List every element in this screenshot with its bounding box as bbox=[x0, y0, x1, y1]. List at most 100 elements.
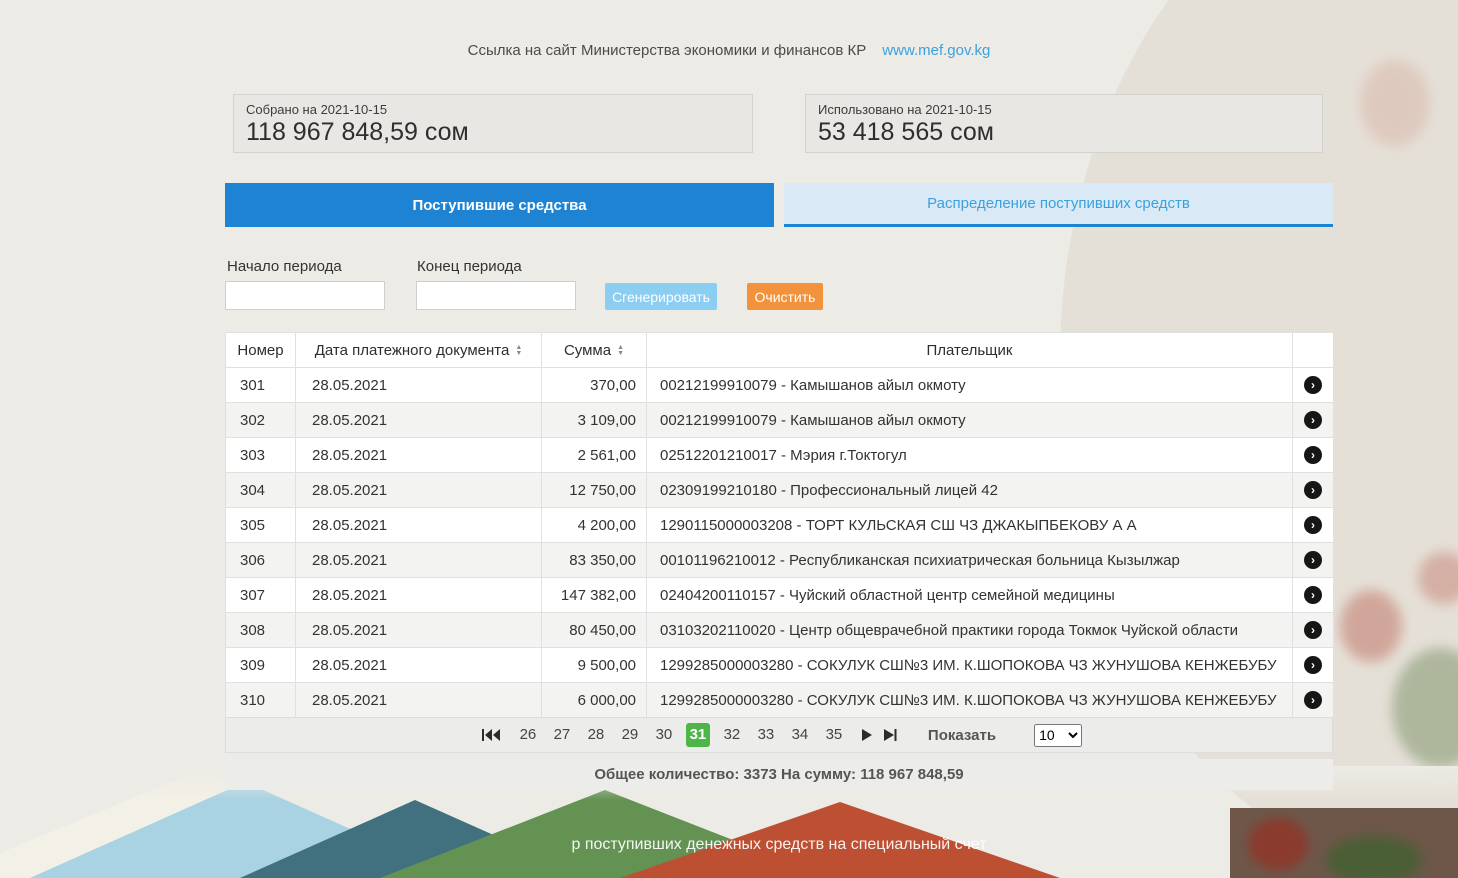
period-end-label: Конец периода bbox=[417, 258, 522, 275]
used-value: 53 418 565 сом bbox=[818, 118, 1310, 147]
cell-amount: 6 000,00 bbox=[542, 683, 647, 718]
cell-date: 28.05.2021 bbox=[296, 403, 542, 438]
show-label: Показать bbox=[928, 727, 996, 744]
sort-icon[interactable]: ▲▼ bbox=[617, 345, 624, 357]
tab-bar: Поступившие средства Распределение посту… bbox=[225, 183, 1333, 227]
page-number-35[interactable]: 35 bbox=[822, 723, 846, 747]
period-end-input[interactable] bbox=[416, 281, 576, 310]
cell-payer: 00101196210012 - Республиканская психиат… bbox=[647, 543, 1293, 578]
row-detail-button[interactable]: › bbox=[1304, 586, 1322, 604]
ministry-link-label: Ссылка на сайт Министерства экономики и … bbox=[468, 42, 867, 59]
generate-button[interactable]: Сгенерировать bbox=[605, 283, 717, 310]
collected-value: 118 967 848,59 сом bbox=[246, 118, 740, 147]
cell-number: 309 bbox=[226, 648, 296, 683]
collected-label: Собрано на 2021-10-15 bbox=[246, 102, 740, 117]
ministry-link[interactable]: www.mef.gov.kg bbox=[882, 42, 990, 59]
page-number-29[interactable]: 29 bbox=[618, 723, 642, 747]
cell-actions: › bbox=[1293, 368, 1334, 403]
table-row: 30528.05.20214 200,001290115000003208 - … bbox=[226, 508, 1334, 543]
cell-amount: 3 109,00 bbox=[542, 403, 647, 438]
cell-date: 28.05.2021 bbox=[296, 543, 542, 578]
footer-caption: р поступивших денежных средств на специа… bbox=[0, 836, 1458, 854]
page-number-27[interactable]: 27 bbox=[550, 723, 574, 747]
last-page-button[interactable] bbox=[883, 728, 897, 742]
payments-table: Номер Дата платежного документа▲▼ Сумма▲… bbox=[225, 332, 1334, 718]
cell-date: 28.05.2021 bbox=[296, 578, 542, 613]
cell-payer: 02512201210017 - Мэрия г.Токтогул bbox=[647, 438, 1293, 473]
row-detail-button[interactable]: › bbox=[1304, 516, 1322, 534]
clear-button[interactable]: Очистить bbox=[747, 283, 823, 310]
table-row: 30328.05.20212 561,0002512201210017 - Мэ… bbox=[226, 438, 1334, 473]
column-header-payer: Плательщик bbox=[647, 333, 1293, 368]
cell-number: 303 bbox=[226, 438, 296, 473]
row-detail-button[interactable]: › bbox=[1304, 621, 1322, 639]
collected-summary-box: Собрано на 2021-10-15 118 967 848,59 сом bbox=[233, 94, 753, 153]
used-label: Использовано на 2021-10-15 bbox=[818, 102, 1310, 117]
cell-payer: 03103202110020 - Центр общеврачебной пра… bbox=[647, 613, 1293, 648]
header-link-row: Ссылка на сайт Министерства экономики и … bbox=[0, 42, 1458, 59]
row-detail-button[interactable]: › bbox=[1304, 691, 1322, 709]
cell-number: 305 bbox=[226, 508, 296, 543]
cell-payer: 00212199910079 - Камышанов айыл окмоту bbox=[647, 368, 1293, 403]
cell-number: 302 bbox=[226, 403, 296, 438]
cell-date: 28.05.2021 bbox=[296, 613, 542, 648]
cell-payer: 1299285000003280 - СОКУЛУК СШ№3 ИМ. К.ШО… bbox=[647, 683, 1293, 718]
cell-actions: › bbox=[1293, 438, 1334, 473]
table-row: 30628.05.202183 350,0000101196210012 - Р… bbox=[226, 543, 1334, 578]
row-detail-button[interactable]: › bbox=[1304, 376, 1322, 394]
cell-actions: › bbox=[1293, 508, 1334, 543]
page-number-34[interactable]: 34 bbox=[788, 723, 812, 747]
cell-date: 28.05.2021 bbox=[296, 683, 542, 718]
row-detail-button[interactable]: › bbox=[1304, 656, 1322, 674]
cell-amount: 9 500,00 bbox=[542, 648, 647, 683]
cell-number: 308 bbox=[226, 613, 296, 648]
totals-text: Общее количество: 3373 На сумму: 118 967… bbox=[594, 766, 963, 783]
row-detail-button[interactable]: › bbox=[1304, 411, 1322, 429]
column-header-date[interactable]: Дата платежного документа▲▼ bbox=[296, 333, 542, 368]
used-summary-box: Использовано на 2021-10-15 53 418 565 со… bbox=[805, 94, 1323, 153]
cell-amount: 2 561,00 bbox=[542, 438, 647, 473]
pagination-bar: 26 27 28 29 30 31 32 33 34 35 Показать 10 bbox=[225, 717, 1333, 753]
sort-icon[interactable]: ▲▼ bbox=[515, 345, 522, 357]
page-list: 26 27 28 29 30 31 32 33 34 35 bbox=[516, 723, 846, 747]
cell-date: 28.05.2021 bbox=[296, 473, 542, 508]
row-detail-button[interactable]: › bbox=[1304, 551, 1322, 569]
cell-actions: › bbox=[1293, 613, 1334, 648]
cell-number: 301 bbox=[226, 368, 296, 403]
first-page-button[interactable] bbox=[481, 728, 501, 742]
page-size-select[interactable]: 10 bbox=[1034, 724, 1082, 747]
tab-incoming-funds[interactable]: Поступившие средства bbox=[225, 183, 774, 227]
period-start-label: Начало периода bbox=[227, 258, 342, 275]
table-row: 30728.05.2021147 382,0002404200110157 - … bbox=[226, 578, 1334, 613]
cell-actions: › bbox=[1293, 403, 1334, 438]
page-number-26[interactable]: 26 bbox=[516, 723, 540, 747]
next-page-button[interactable] bbox=[861, 728, 873, 742]
page-number-32[interactable]: 32 bbox=[720, 723, 744, 747]
cell-date: 28.05.2021 bbox=[296, 508, 542, 543]
cell-amount: 147 382,00 bbox=[542, 578, 647, 613]
table-row: 31028.05.20216 000,001299285000003280 - … bbox=[226, 683, 1334, 718]
page-number-33[interactable]: 33 bbox=[754, 723, 778, 747]
page-number-28[interactable]: 28 bbox=[584, 723, 608, 747]
page: Ссылка на сайт Министерства экономики и … bbox=[0, 0, 1458, 878]
cell-amount: 4 200,00 bbox=[542, 508, 647, 543]
column-header-amount[interactable]: Сумма▲▼ bbox=[542, 333, 647, 368]
cell-actions: › bbox=[1293, 578, 1334, 613]
table-row: 30928.05.20219 500,001299285000003280 - … bbox=[226, 648, 1334, 683]
cell-date: 28.05.2021 bbox=[296, 648, 542, 683]
page-number-31[interactable]: 31 bbox=[686, 723, 710, 747]
table-body: 30128.05.2021370,0000212199910079 - Камы… bbox=[226, 368, 1334, 718]
table-row: 30228.05.20213 109,0000212199910079 - Ка… bbox=[226, 403, 1334, 438]
column-header-number: Номер bbox=[226, 333, 296, 368]
page-number-30[interactable]: 30 bbox=[652, 723, 676, 747]
row-detail-button[interactable]: › bbox=[1304, 481, 1322, 499]
column-header-actions bbox=[1293, 333, 1334, 368]
cell-date: 28.05.2021 bbox=[296, 438, 542, 473]
table-row: 30828.05.202180 450,0003103202110020 - Ц… bbox=[226, 613, 1334, 648]
row-detail-button[interactable]: › bbox=[1304, 446, 1322, 464]
table-header-row: Номер Дата платежного документа▲▼ Сумма▲… bbox=[226, 333, 1334, 368]
cell-actions: › bbox=[1293, 683, 1334, 718]
tab-funds-distribution[interactable]: Распределение поступивших средств bbox=[784, 183, 1333, 227]
table-row: 30128.05.2021370,0000212199910079 - Камы… bbox=[226, 368, 1334, 403]
period-start-input[interactable] bbox=[225, 281, 385, 310]
